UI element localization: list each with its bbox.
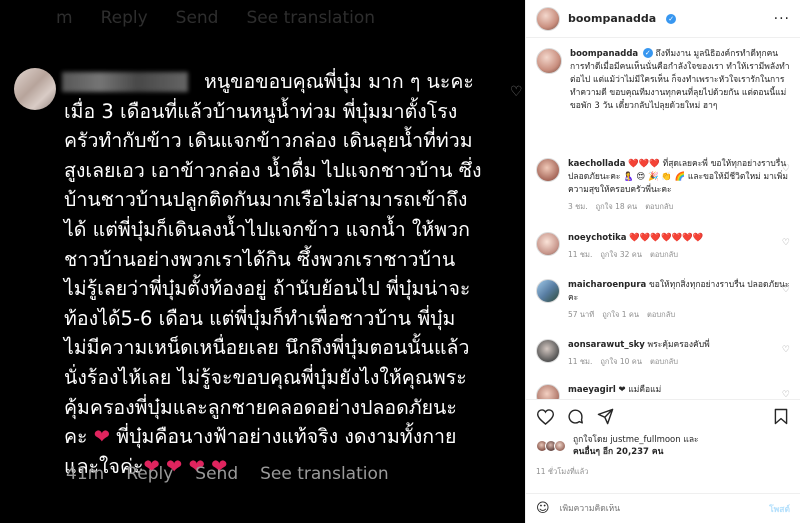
verified-icon: ✓ [642,48,653,58]
edge-heart-icon: ♡ [510,84,523,100]
comment-username[interactable]: noeychotika [568,233,627,243]
ghost-time: m [56,8,73,28]
meta-translate: See translation [260,464,389,484]
comment-avatar[interactable] [536,384,560,399]
post-comment-button[interactable]: โพสต์ [769,502,790,516]
comment-line: ท้องได้5-6 เดือน แต่พี่บุ๋มก็ทำเพื่อชาวบ… [64,306,456,330]
comment-item: noeychotika ❤️❤️❤️❤️❤️❤️❤️ 11 ชม. ถูกใจ … [526,232,800,261]
comments-scroll[interactable]: boompanadda ✓ ถึงทีมงาน มูลนิธิองค์กรทำด… [526,38,800,399]
comment-like-icon[interactable]: ♡ [782,285,790,295]
comment-likes[interactable]: ถูกใจ 18 คน [596,200,638,213]
header-username[interactable]: boompanadda [568,12,656,25]
comment-likes[interactable]: ถูกใจ 1 คน [602,308,639,321]
comment-reply[interactable]: ตอบกลับ [650,248,678,261]
meta-time: 41m [66,464,105,484]
ghost-meta-row: m Reply Send See translation [56,8,375,28]
meta-reply: Reply [126,464,174,484]
comment-item: maeyagirl ❤ แม่คือแม่ ♡ [526,384,800,399]
comment-text: ❤ แม่คือแม่ [618,385,662,395]
ghost-translate: See translation [246,8,376,28]
comment-username[interactable]: kaechollada [568,159,625,169]
post-time: 11 ชั่วโมงที่แล้ว [536,467,589,476]
liker-avatars [536,440,566,452]
header-avatar[interactable] [536,6,560,31]
add-comment-bar: ☺ โพสต์ [526,493,800,523]
share-icon[interactable] [596,408,614,426]
post-header: boompanadda ✓ ··· [526,0,800,38]
comment-icon[interactable] [566,408,584,426]
comment-item: kaechollada ❤️❤️❤️ ที่สุดเลยคะพี่ ขอให้ท… [526,158,800,213]
post-image: m Reply Send See translation หนูขอขอบคุณ… [0,0,525,523]
comment-username[interactable]: maeyagirl [568,385,616,395]
comment-reply[interactable]: ตอบกลับ [647,308,675,321]
bookmark-icon[interactable] [772,408,790,426]
comment-like-icon[interactable]: ♡ [782,390,790,399]
comment-item: aonsarawut_sky พระคุ้มครองคับพี่ 11 ชม. … [526,339,800,368]
comment-username[interactable]: maicharoenpura [568,280,646,290]
comment-line: ครัวทำกับข้าว เดินแจกข้าวกล่อง เดินลุยน้… [64,129,473,153]
comment-time: 11 ชม. [568,250,593,259]
caption-username[interactable]: boompanadda [570,49,638,59]
comment-time: 11 ชม. [568,357,593,366]
comment-text: ❤️❤️❤️❤️❤️❤️❤️ [629,233,704,243]
comment-line: เมื่อ 3 เดือนที่แล้วบ้านหนูน้ำท่วม พี่บุ… [64,99,458,123]
ghost-reply: Reply [100,8,148,28]
screenshot-meta: 41m Reply Send See translation [66,464,389,484]
comment-line: คะ ❤ พี่บุ๋มคือนางฟ้าอย่างแท้จริง งดงามท… [64,425,457,449]
comment-time: 57 นาที [568,310,595,319]
comment-line: ไม่มีความเหน็ดเหนื่อยเลย นึกถึงพี่บุ๋มตอ… [64,336,470,360]
caption-avatar[interactable] [536,48,562,74]
likes-line2[interactable]: คนอื่นๆ อีก 20,237 คน [573,446,699,458]
comment-line: บ้านชาวบ้านปลูกติดกันมากเรือไม่สามารถเข้… [64,188,468,212]
comment-likes[interactable]: ถูกใจ 32 คน [600,248,642,261]
comment-line: สูงเลยเอว เอาข้าวกล่อง น้ำดื่ม ไปแจกชาวบ… [64,158,482,182]
comment-avatar[interactable] [536,279,560,303]
likes-summary: ถูกใจโดย justme_fullmoon และ คนอื่นๆ อีก… [536,434,790,458]
caption: boompanadda ✓ ถึงทีมงาน มูลนิธิองค์กรทำด… [526,48,800,113]
post-panel: boompanadda ✓ ··· boompanadda ✓ ถึงทีมงา… [525,0,800,523]
comment-like-icon[interactable]: ♡ [782,345,790,355]
comment-line: ไม่รู้เลยว่าพี่บุ๋มตั้งท้องอยู่ ถ้านับย้… [64,277,471,301]
like-icon[interactable] [536,408,554,426]
comment-line: หนูขอขอบคุณพี่บุ๋ม มาก ๆ นะคะ [204,70,474,93]
comment-line: ได้ แต่พี่บุ๋มก็เดินลงน้ำไปแจกข้าว แจกน้… [64,217,470,241]
add-comment-input[interactable] [559,503,760,514]
likes-line1[interactable]: ถูกใจโดย justme_fullmoon และ [573,434,699,446]
comment-time: 3 ชม. [568,202,588,211]
more-options-icon[interactable]: ··· [774,11,790,27]
comment-item: maicharoenpura ขอให้ทุกสิ่งทุกอย่างราบรื… [526,279,800,321]
comment-reply[interactable]: ตอบกลับ [645,200,673,213]
comment-like-icon[interactable]: ♡ [782,238,790,248]
comment-username[interactable]: aonsarawut_sky [568,340,645,350]
heart-icon: ❤ [93,425,111,449]
comment-avatar[interactable] [536,232,560,256]
emoji-icon[interactable]: ☺ [536,501,550,516]
comment-text: พระคุ้มครองคับพี่ [647,340,710,350]
comment-avatar[interactable] [536,339,560,363]
comment-line: ชาวบ้านอย่างพวกเราได้กิน ซึ้งพวกเราชาวบ้… [64,247,456,271]
screenshot-comment-text: หนูขอขอบคุณพี่บุ๋ม มาก ๆ นะคะ เมื่อ 3 เด… [64,67,520,481]
verified-icon: ✓ [666,13,677,24]
comment-like-icon[interactable]: ♡ [782,164,790,174]
comment-line: นั่งร้องไห้เลย ไม่รู้จะขอบคุณพี่บุ๋มยังไ… [64,365,467,389]
comment-line: คุ้มครองพี่บุ๋มและลูกชายคลอดอย่างปลอดภัย… [64,395,457,419]
comment-likes[interactable]: ถูกใจ 10 คน [600,355,642,368]
comment-avatar[interactable] [536,158,560,182]
liker-avatar [554,440,566,452]
comment-reply[interactable]: ตอบกลับ [650,355,678,368]
ghost-send: Send [175,8,219,28]
commenter-avatar-blurred [14,68,56,110]
post-actions [526,399,800,433]
meta-send: Send [195,464,239,484]
